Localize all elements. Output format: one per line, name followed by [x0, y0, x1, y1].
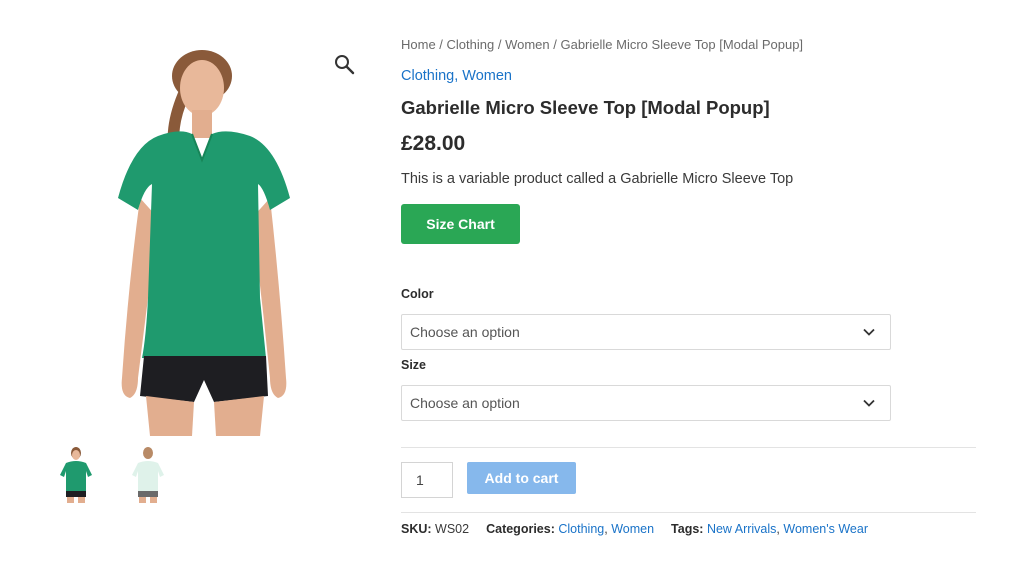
thumbnail-green-top[interactable]	[58, 447, 94, 503]
meta-categories-label: Categories:	[486, 522, 555, 536]
breadcrumb-separator: /	[494, 37, 506, 52]
add-to-cart-button[interactable]: Add to cart	[467, 462, 576, 494]
meta-tag-separator: ,	[776, 522, 780, 536]
chevron-down-icon	[863, 328, 875, 336]
magnifier-icon[interactable]	[333, 53, 355, 75]
tag-new-arrivals-link[interactable]: New Arrivals	[707, 522, 776, 536]
meta-category-separator: ,	[604, 522, 608, 536]
breadcrumb-separator: /	[549, 37, 561, 52]
product-categories: Clothing, Women	[401, 68, 512, 84]
color-label: Color	[401, 287, 434, 301]
product-meta: SKU: WS02 Categories: Clothing, Women Ta…	[401, 522, 868, 536]
breadcrumb-women-link[interactable]: Women	[505, 37, 550, 52]
breadcrumb-current: Gabrielle Micro Sleeve Top [Modal Popup]	[560, 37, 804, 52]
meta-category-women-link[interactable]: Women	[611, 522, 654, 536]
size-select[interactable]: Choose an option	[401, 385, 891, 421]
sku-label: SKU:	[401, 522, 432, 536]
category-separator: ,	[454, 68, 459, 84]
category-clothing-link[interactable]: Clothing	[401, 68, 454, 84]
divider	[401, 447, 976, 448]
size-label: Size	[401, 358, 427, 372]
product-main-image[interactable]	[100, 48, 310, 436]
quantity-input[interactable]	[401, 462, 453, 498]
sku-value: WS02	[435, 522, 470, 536]
tag-womens-wear-link[interactable]: Women's Wear	[783, 522, 868, 536]
breadcrumb: Home / Clothing / Women / Gabrielle Micr…	[401, 37, 803, 52]
meta-tags-label: Tags:	[671, 522, 704, 536]
color-select[interactable]: Choose an option	[401, 314, 891, 350]
meta-tags: Tags: New Arrivals, Women's Wear	[671, 522, 868, 536]
category-women-link[interactable]: Women	[462, 68, 512, 84]
meta-categories: Categories: Clothing, Women	[486, 522, 654, 536]
breadcrumb-clothing-link[interactable]: Clothing	[447, 37, 495, 52]
size-chart-button[interactable]: Size Chart	[401, 204, 520, 244]
meta-category-clothing-link[interactable]: Clothing	[558, 522, 604, 536]
color-select-value: Choose an option	[410, 324, 520, 340]
size-select-value: Choose an option	[410, 395, 520, 411]
sku-wrapper: SKU: WS02	[401, 522, 469, 536]
breadcrumb-home-link[interactable]: Home	[401, 37, 436, 52]
product-description: This is a variable product called a Gabr…	[401, 171, 794, 187]
breadcrumb-separator: /	[435, 37, 447, 52]
divider	[401, 512, 976, 513]
product-title: Gabrielle Micro Sleeve Top [Modal Popup]	[401, 97, 770, 118]
product-price: £28.00	[401, 132, 466, 155]
thumbnail-mint-top[interactable]	[130, 447, 166, 503]
chevron-down-icon	[863, 399, 875, 407]
